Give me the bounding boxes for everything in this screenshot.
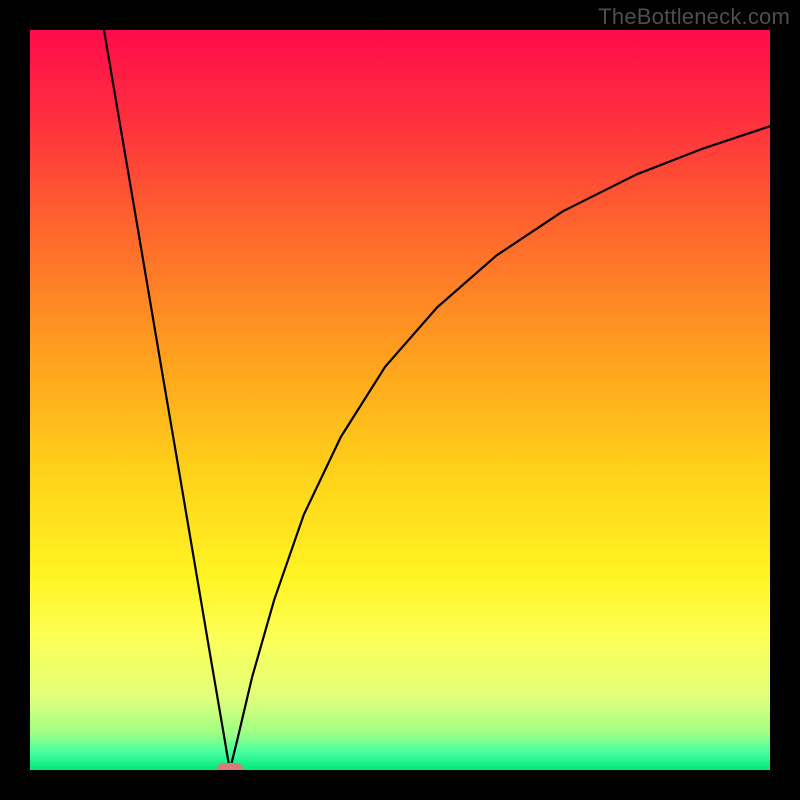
watermark-text: TheBottleneck.com bbox=[598, 4, 790, 30]
optimum-marker bbox=[217, 763, 243, 770]
chart-frame: TheBottleneck.com bbox=[0, 0, 800, 800]
gradient-background bbox=[30, 30, 770, 770]
chart-svg bbox=[30, 30, 770, 770]
